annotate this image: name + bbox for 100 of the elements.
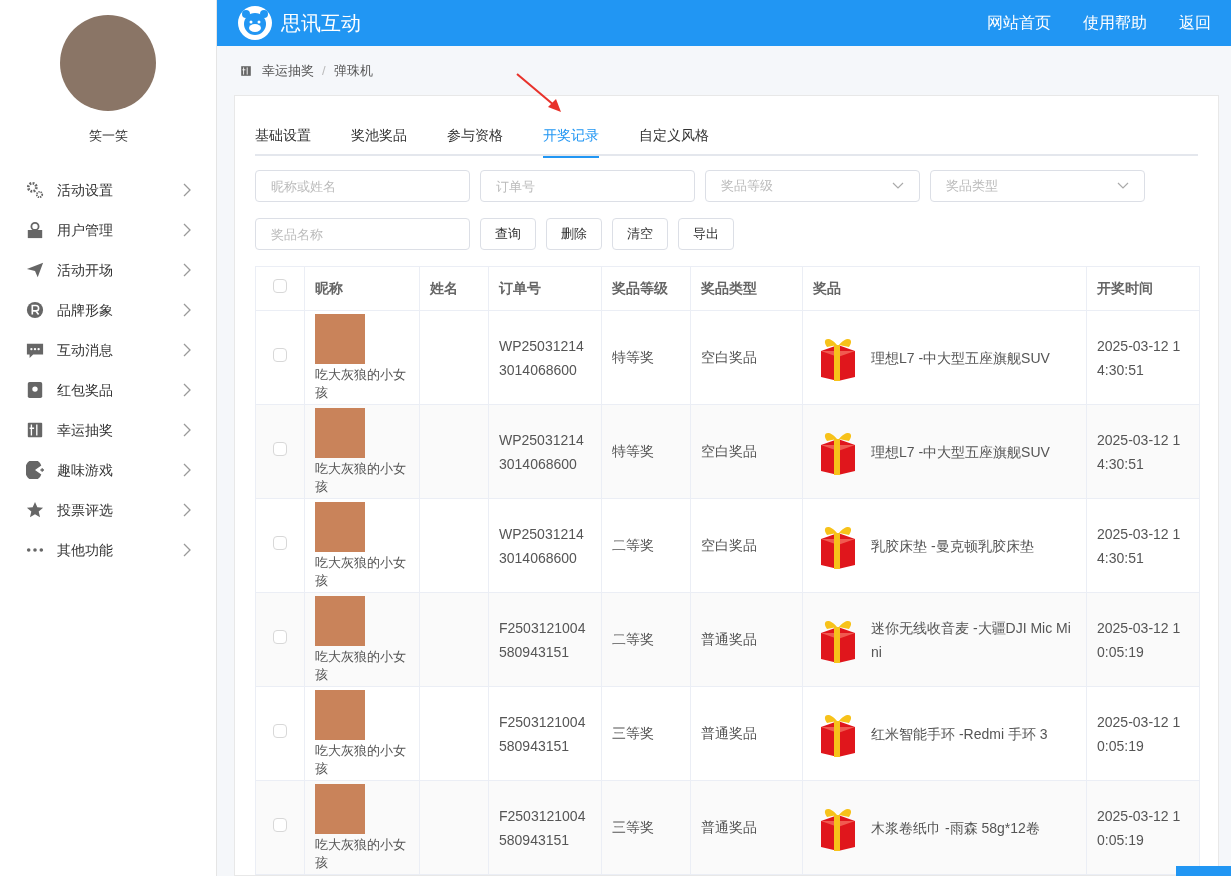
menu-item[interactable]: 趣味游戏 bbox=[0, 450, 216, 490]
tab[interactable]: 自定义风格 bbox=[639, 120, 709, 158]
avatar-thumbnail bbox=[315, 501, 365, 552]
breadcrumb-link[interactable]: 幸运抽奖 bbox=[262, 60, 314, 81]
menu-item[interactable]: 互动消息 bbox=[0, 330, 216, 370]
row-checkbox[interactable] bbox=[273, 724, 287, 738]
table-cell-text: 理想L7 -中大型五座旗舰SUV bbox=[871, 348, 1051, 368]
avatar-thumbnail bbox=[315, 595, 365, 646]
column-header: 奖品 bbox=[802, 266, 1087, 311]
row-checkbox[interactable] bbox=[273, 348, 287, 362]
action-button[interactable]: 查询 bbox=[480, 218, 536, 250]
table-cell: 普通奖品 bbox=[690, 780, 803, 875]
row-checkbox[interactable] bbox=[273, 442, 287, 456]
lottery-icon bbox=[26, 421, 44, 439]
avatar-thumbnail bbox=[315, 689, 365, 740]
menu-item[interactable]: 红包奖品 bbox=[0, 370, 216, 410]
select-all-checkbox[interactable] bbox=[273, 279, 287, 293]
table-cell: 普通奖品 bbox=[690, 592, 803, 687]
table-cell: 2025-03-12 10:05:19 bbox=[1086, 686, 1200, 781]
menu-item[interactable]: 其他功能 bbox=[0, 530, 216, 570]
table-cell-text: 吃大灰狼的小女孩 bbox=[315, 741, 407, 778]
menu-item[interactable]: 品牌形象 bbox=[0, 290, 216, 330]
column-header: 奖品类型 bbox=[690, 266, 803, 311]
table-cell-text: 吃大灰狼的小女孩 bbox=[315, 365, 407, 402]
table-cell: 特等奖 bbox=[601, 310, 691, 405]
tab[interactable]: 基础设置 bbox=[255, 120, 311, 158]
table-cell: 普通奖品 bbox=[690, 686, 803, 781]
avatar-thumbnail bbox=[315, 313, 365, 364]
more-icon bbox=[26, 547, 44, 553]
input-field[interactable]: 订单号 bbox=[480, 170, 695, 202]
chevron-right-icon bbox=[182, 423, 192, 437]
menu-item[interactable]: 幸运抽奖 bbox=[0, 410, 216, 450]
table-cell-text: 吃大灰狼的小女孩 bbox=[315, 835, 407, 872]
chevron-right-icon bbox=[182, 303, 192, 317]
row-checkbox[interactable] bbox=[273, 818, 287, 832]
table-cell-text: 吃大灰狼的小女孩 bbox=[315, 647, 407, 684]
user-name: 笑一笑 bbox=[88, 128, 128, 144]
chevron-right-icon bbox=[182, 463, 192, 477]
table-cell: 2025-03-12 10:05:19 bbox=[1086, 592, 1200, 687]
table-cell: 2025-03-12 14:30:51 bbox=[1086, 498, 1200, 593]
back-to-top-button[interactable] bbox=[1176, 866, 1231, 876]
logo-text: 思讯互动 bbox=[281, 11, 361, 36]
table-cell: 三等奖 bbox=[601, 780, 691, 875]
menu-item[interactable]: 用户管理 bbox=[0, 210, 216, 250]
gears-icon bbox=[26, 181, 44, 199]
column-header: 姓名 bbox=[419, 266, 489, 311]
table-cell: WP250312143014068600 bbox=[488, 404, 602, 499]
table-cell: F2503121004580943151 bbox=[488, 686, 602, 781]
table-cell: 三等奖 bbox=[601, 686, 691, 781]
avatar-thumbnail bbox=[315, 407, 365, 458]
table-cell-text: 红米智能手环 -Redmi 手环 3 bbox=[871, 724, 1049, 744]
chevron-right-icon bbox=[182, 223, 192, 237]
breadcrumb-link[interactable]: 弹珠机 bbox=[333, 60, 373, 81]
message-icon bbox=[26, 341, 44, 359]
user-icon bbox=[26, 221, 44, 239]
tab[interactable]: 奖池奖品 bbox=[351, 120, 407, 158]
lottery-icon bbox=[240, 64, 252, 77]
table-cell-text: 迷你无线收音麦 -大疆DJI Mic Mini bbox=[871, 618, 1072, 662]
menu-item[interactable]: 活动设置 bbox=[0, 170, 216, 210]
table-cell: WP250312143014068600 bbox=[488, 498, 602, 593]
table-cell: 2025-03-12 14:30:51 bbox=[1086, 404, 1200, 499]
pacman-icon bbox=[26, 461, 44, 479]
input-field[interactable]: 奖品名称 bbox=[255, 218, 470, 250]
table-cell: 空白奖品 bbox=[690, 498, 803, 593]
bear-logo-icon bbox=[237, 5, 273, 41]
menu-item[interactable]: 活动开场 bbox=[0, 250, 216, 290]
table-cell-text: 吃大灰狼的小女孩 bbox=[315, 553, 407, 590]
table-cell-text: 吃大灰狼的小女孩 bbox=[315, 459, 407, 496]
chevron-right-icon bbox=[182, 543, 192, 557]
table-cell: 二等奖 bbox=[601, 498, 691, 593]
column-header: 奖品等级 bbox=[601, 266, 691, 311]
table-cell: 空白奖品 bbox=[690, 404, 803, 499]
action-button[interactable]: 删除 bbox=[546, 218, 602, 250]
table-cell: 特等奖 bbox=[601, 404, 691, 499]
table-cell: F2503121004580943151 bbox=[488, 780, 602, 875]
table-cell: 2025-03-12 14:30:51 bbox=[1086, 310, 1200, 405]
table-cell-text: 乳胶床垫 -曼克顿乳胶床垫 bbox=[871, 536, 1035, 556]
menu-item[interactable]: 投票评选 bbox=[0, 490, 216, 530]
tab[interactable]: 参与资格 bbox=[447, 120, 503, 158]
table-cell: WP250312143014068600 bbox=[488, 310, 602, 405]
chevron-right-icon bbox=[182, 263, 192, 277]
paper-plane-icon bbox=[26, 261, 44, 279]
column-header: 订单号 bbox=[488, 266, 602, 311]
table-cell-text: 理想L7 -中大型五座旗舰SUV bbox=[871, 442, 1051, 462]
envelope-icon bbox=[26, 381, 44, 399]
input-field[interactable]: 昵称或姓名 bbox=[255, 170, 470, 202]
breadcrumb-separator: / bbox=[322, 61, 326, 80]
table-cell: F2503121004580943151 bbox=[488, 592, 602, 687]
avatar-thumbnail bbox=[315, 783, 365, 834]
registered-icon bbox=[26, 301, 44, 319]
chevron-right-icon bbox=[182, 503, 192, 517]
table-cell: 二等奖 bbox=[601, 592, 691, 687]
column-header: 昵称 bbox=[304, 266, 420, 311]
column-header: 开奖时间 bbox=[1086, 266, 1200, 311]
chevron-right-icon bbox=[182, 183, 192, 197]
table-cell-text: 木浆卷纸巾 -雨森 58g*12卷 bbox=[871, 818, 1041, 838]
row-checkbox[interactable] bbox=[273, 536, 287, 550]
row-checkbox[interactable] bbox=[273, 630, 287, 644]
action-button[interactable]: 导出 bbox=[678, 218, 734, 250]
action-button[interactable]: 清空 bbox=[612, 218, 668, 250]
